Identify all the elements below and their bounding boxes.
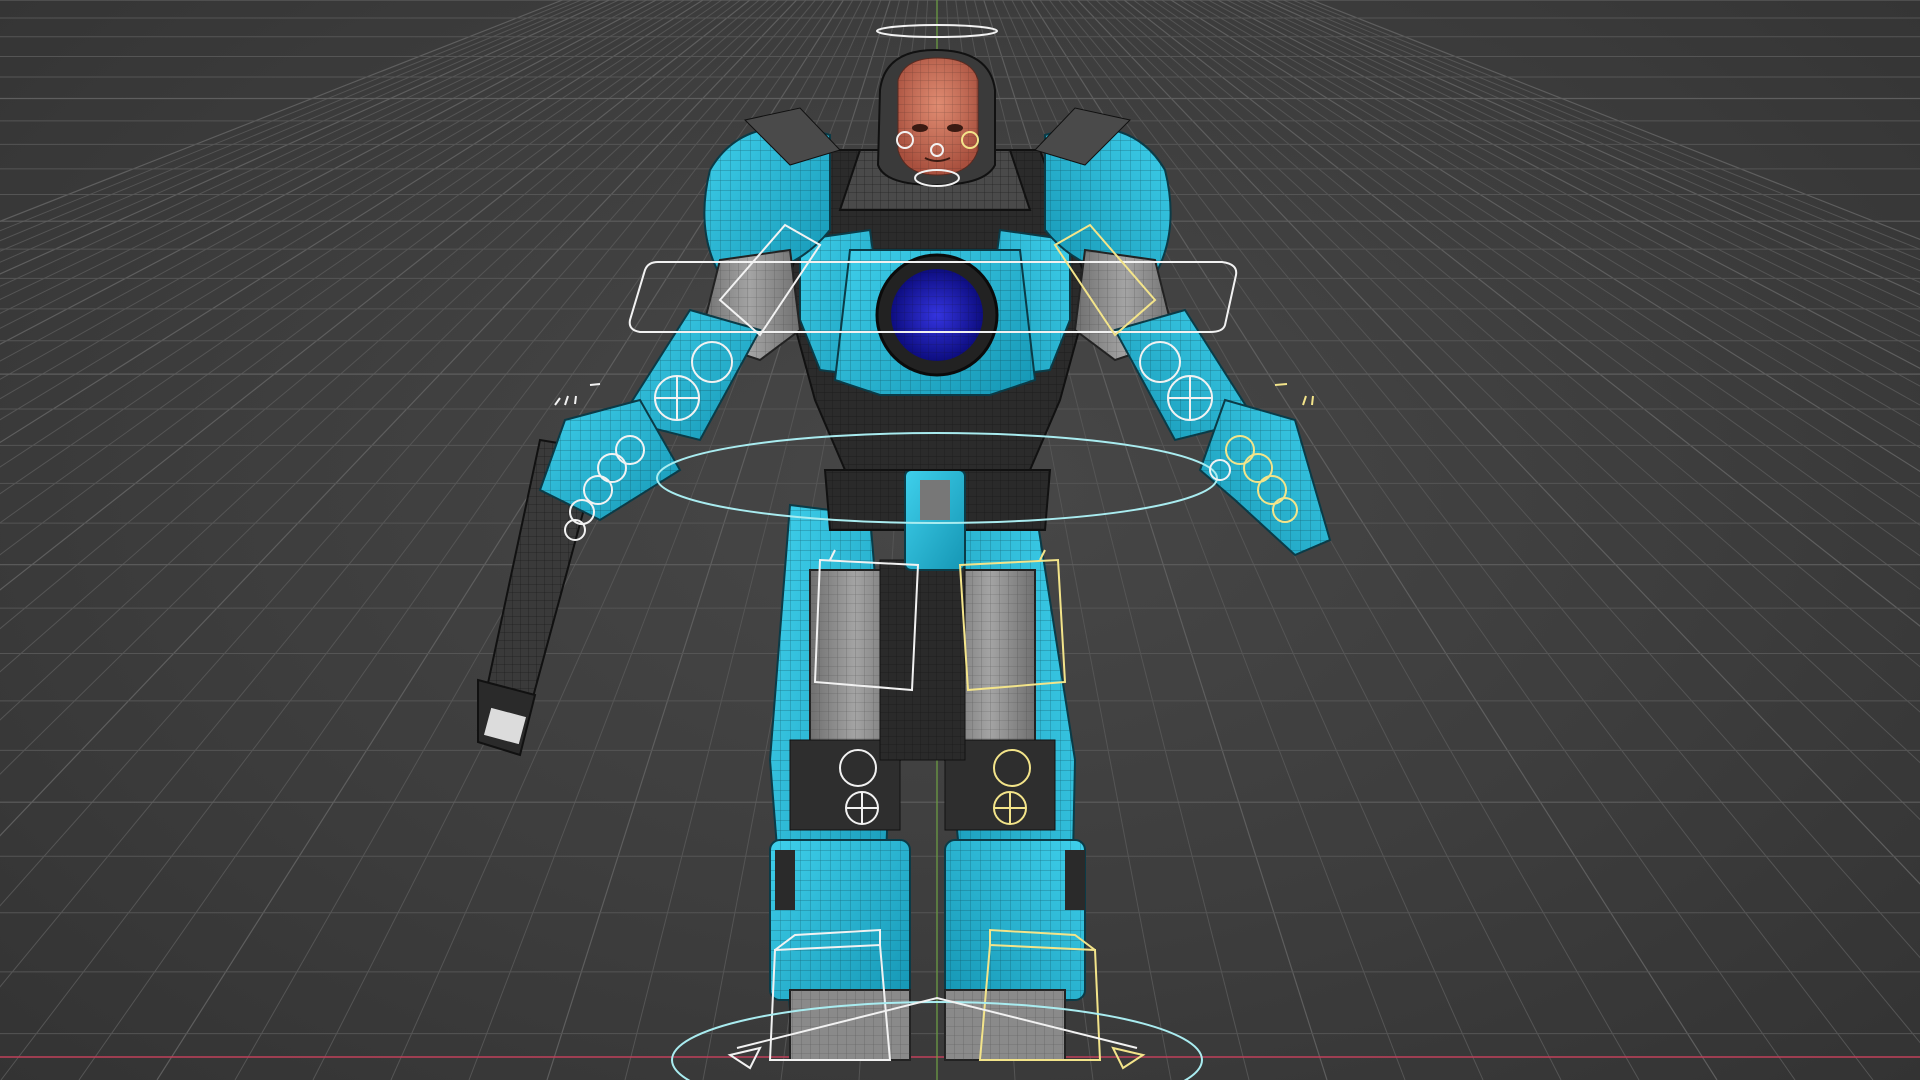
grid-line xyxy=(1151,0,1920,526)
grid-line xyxy=(0,0,573,232)
grid-line xyxy=(0,0,826,1080)
grid-line xyxy=(0,0,816,988)
grid-line xyxy=(0,0,760,630)
grid-line xyxy=(1283,0,1920,272)
grid-line xyxy=(1301,0,1920,250)
grid-line xyxy=(0,0,798,837)
grid-line xyxy=(1255,0,1920,309)
viewport-canvas[interactable] xyxy=(0,0,1920,1080)
grid-line xyxy=(1311,0,1920,241)
grid-line xyxy=(0,0,788,775)
grid-line xyxy=(0,0,685,400)
grid-line xyxy=(1142,0,1920,557)
grid-line xyxy=(1245,0,1920,322)
grid-line xyxy=(1067,0,1920,959)
grid-line xyxy=(1114,0,1920,668)
grid-line xyxy=(1105,0,1920,713)
grid-line xyxy=(0,0,741,556)
grid-line xyxy=(1076,0,1920,885)
grid-line xyxy=(1123,0,1920,627)
grid-line xyxy=(0,0,751,591)
grid-line xyxy=(1273,0,1920,283)
grid-line xyxy=(1058,0,1920,1044)
grid-line xyxy=(0,0,601,263)
3d-viewport[interactable] xyxy=(0,0,1920,1080)
grid-line xyxy=(0,0,704,444)
grid-line xyxy=(0,0,807,907)
grid-line xyxy=(0,0,732,524)
grid-line xyxy=(1048,0,1874,1080)
grid-line xyxy=(0,0,591,252)
legs xyxy=(768,503,1086,1061)
grid-line xyxy=(0,0,769,673)
mech-character[interactable] xyxy=(476,24,1332,1080)
head xyxy=(876,48,996,187)
grid-line xyxy=(0,0,723,495)
grid-line xyxy=(0,0,582,242)
